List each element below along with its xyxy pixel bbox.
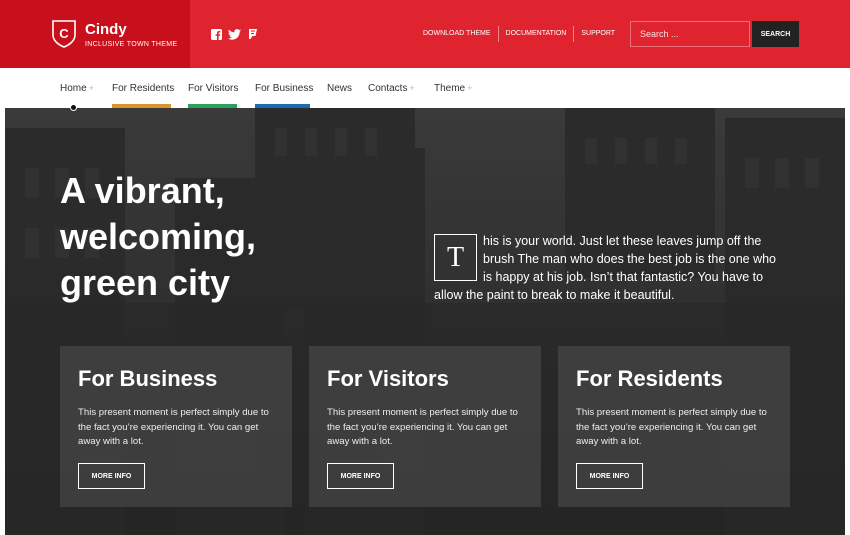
nav-item-for-visitors[interactable]: For Visitors xyxy=(188,68,239,108)
nav-item-for-business[interactable]: For Business xyxy=(255,68,314,108)
hero-section: A vibrant, welcoming, green city T his i… xyxy=(5,108,845,535)
search-button[interactable]: SEARCH xyxy=(752,21,799,47)
nav-item-contacts[interactable]: Contacts + xyxy=(368,68,415,108)
nav-item-home[interactable]: Home + xyxy=(60,68,94,108)
headline-line: green city xyxy=(60,262,231,303)
intro-line: his is your world. Just let these leaves… xyxy=(483,234,762,248)
card-for-business: For Business This present moment is perf… xyxy=(60,346,292,507)
card-title: For Business xyxy=(78,366,218,391)
search-input[interactable] xyxy=(630,21,750,47)
nav-item-label: Theme xyxy=(434,83,466,94)
nav-item-label: Home xyxy=(60,83,87,94)
card-text: This present moment is perfect simply du… xyxy=(78,407,269,447)
active-indicator-dot xyxy=(70,104,77,111)
plus-icon: + xyxy=(409,83,415,93)
card-text: This present moment is perfect simply du… xyxy=(327,407,518,447)
card-title: For Residents xyxy=(576,366,723,391)
support-link[interactable]: SUPPORT xyxy=(573,26,622,42)
nav-item-label: News xyxy=(327,83,353,94)
card-for-residents: For Residents This present moment is per… xyxy=(558,346,790,507)
main-nav: Home + For Residents For Visitors For Bus… xyxy=(0,68,850,108)
headline-line: A vibrant, xyxy=(60,170,225,211)
brand-tagline: INCLUSIVE TOWN THEME xyxy=(85,41,178,48)
nav-item-label: For Visitors xyxy=(188,83,239,94)
brand-logo[interactable]: C Cindy INCLUSIVE TOWN THEME xyxy=(0,0,190,68)
card-title: For Visitors xyxy=(327,366,449,391)
nav-item-for-residents[interactable]: For Residents xyxy=(112,68,175,108)
card-for-visitors: For Visitors This present moment is perf… xyxy=(309,346,541,507)
plus-icon: + xyxy=(88,83,94,93)
dropcap-letter: T xyxy=(434,234,477,281)
nav-item-news[interactable]: News xyxy=(327,68,352,108)
intro-line: brush The man who does the best job is t… xyxy=(483,252,777,266)
more-info-button[interactable]: MORE INFO xyxy=(576,463,643,489)
brand-name: Cindy xyxy=(85,21,127,38)
brand-initial: C xyxy=(59,26,69,41)
download-theme-link[interactable]: DOWNLOAD THEME xyxy=(416,26,498,42)
shield-logo-icon: C xyxy=(52,20,76,48)
intro-line: allow the paint to break to make it beau… xyxy=(434,288,675,302)
nav-item-theme[interactable]: Theme + xyxy=(434,68,472,108)
nav-item-label: For Business xyxy=(255,83,314,94)
plus-icon: + xyxy=(467,83,473,93)
intro-line: is happy at his job. Isn’t that fantasti… xyxy=(483,270,764,284)
headline-line: welcoming, xyxy=(60,216,257,257)
facebook-icon[interactable] xyxy=(211,27,222,41)
foursquare-icon[interactable] xyxy=(246,27,259,41)
card-text: This present moment is perfect simply du… xyxy=(576,407,767,447)
nav-item-label: Contacts xyxy=(368,83,408,94)
nav-item-label: For Residents xyxy=(112,83,175,94)
more-info-button[interactable]: MORE INFO xyxy=(327,463,394,489)
more-info-button[interactable]: MORE INFO xyxy=(78,463,145,489)
site-header: C Cindy INCLUSIVE TOWN THEME DOWNLOAD TH… xyxy=(0,0,850,68)
twitter-icon[interactable] xyxy=(227,27,241,41)
hero-headline: A vibrant, welcoming, green city xyxy=(60,168,256,306)
top-links: DOWNLOAD THEME DOCUMENTATION SUPPORT xyxy=(416,26,622,42)
documentation-link[interactable]: DOCUMENTATION xyxy=(497,26,574,42)
